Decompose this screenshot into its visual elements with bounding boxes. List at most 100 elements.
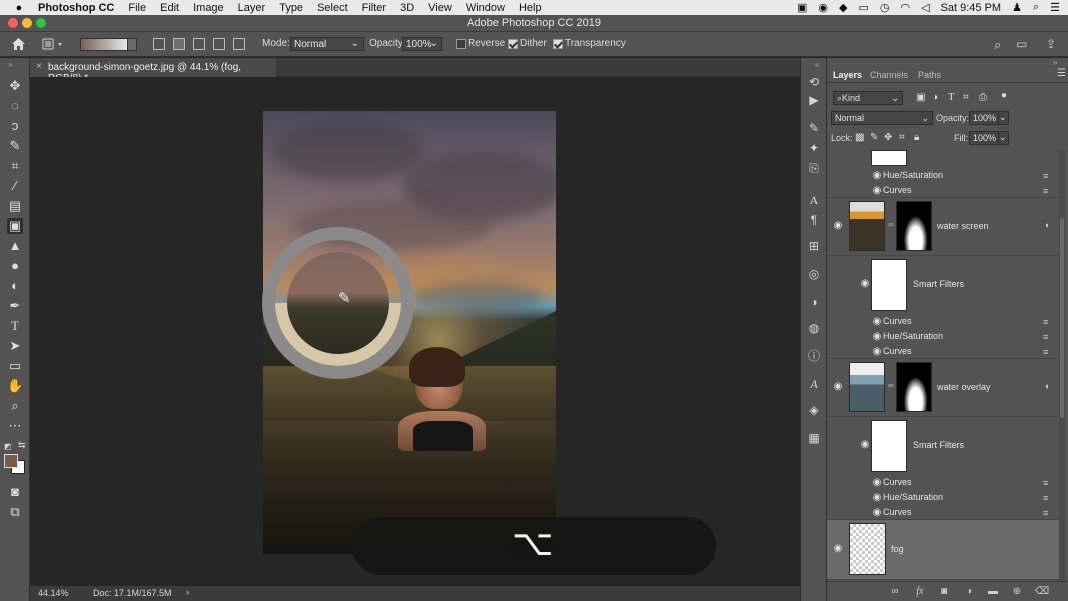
home-icon[interactable] <box>11 37 26 51</box>
tool-preset-picker[interactable] <box>42 38 66 51</box>
quick-selection-tool-icon[interactable]: ✎ <box>7 138 23 154</box>
document-tab[interactable]: × background-simon-goetz.jpg @ 44.1% (fo… <box>30 58 276 84</box>
smart-filter-mask-thumbnail[interactable] <box>871 420 907 472</box>
lock-transparent-pixels-icon[interactable]: ▩ <box>855 132 864 143</box>
eyedropper-tool-icon[interactable]: ⁄ <box>7 178 23 194</box>
layer-name[interactable]: water screen <box>937 221 989 231</box>
reflected-gradient-button[interactable] <box>213 38 225 50</box>
gradient-picker-dropdown[interactable] <box>127 38 137 51</box>
filter-smart-object-icon[interactable]: ⎙ <box>979 92 987 103</box>
share-icon[interactable]: ⇪ <box>1046 37 1056 51</box>
layers-scrollbar[interactable] <box>1059 150 1065 582</box>
character-panel-icon[interactable]: A <box>806 192 822 208</box>
time-machine-icon[interactable]: ◷ <box>880 1 890 14</box>
menu-select[interactable]: Select <box>317 2 348 14</box>
notification-center-icon[interactable]: ☰ <box>1050 1 1060 14</box>
learn-icon[interactable]: ◎ <box>806 266 822 282</box>
collapse-toolbar-icon[interactable]: » <box>8 60 12 69</box>
layer-name[interactable]: water overlay <box>937 382 991 392</box>
list-item[interactable]: ◉ Curves ≡ <box>827 505 1059 520</box>
tab-channels[interactable]: Channels <box>870 70 908 80</box>
marquee-tool-icon[interactable]: ◌ <box>7 98 23 114</box>
eye-icon[interactable]: ◉ <box>871 492 883 504</box>
creative-cloud-icon[interactable]: ◉ <box>818 1 828 14</box>
airplay-icon[interactable]: ▭ <box>858 1 868 14</box>
new-group-folder-icon[interactable]: ▬ <box>987 586 999 598</box>
scrollbar-thumb[interactable] <box>1060 218 1064 418</box>
opacity-dropdown[interactable]: ⌄ <box>998 111 1009 125</box>
info-panel-icon[interactable]: ⓘ <box>806 348 822 364</box>
layer-mask-thumbnail[interactable] <box>896 201 932 251</box>
list-item[interactable]: ◉ Hue/Saturation ≡ <box>827 168 1059 183</box>
gradient-tool-icon[interactable]: ▣ <box>7 218 23 234</box>
reverse-checkbox[interactable] <box>456 39 466 49</box>
blur-tool-icon[interactable]: ● <box>7 258 23 274</box>
tab-paths[interactable]: Paths <box>918 70 941 80</box>
3d-panel-icon[interactable]: ◈ <box>806 402 822 418</box>
status-menu-arrow[interactable]: › <box>186 587 189 597</box>
history-panel-icon[interactable]: ⟲ <box>806 74 822 90</box>
list-item[interactable]: ◉ Hue/Saturation ≡ <box>827 490 1059 505</box>
hand-tool-icon[interactable]: ✋ <box>7 378 23 394</box>
user-icon[interactable]: ♟ <box>1012 1 1022 14</box>
dodge-tool-icon[interactable]: ◐ <box>7 278 23 294</box>
screen-mode-icon[interactable]: ⧉ <box>7 504 23 520</box>
brushes-icon[interactable]: ✦ <box>806 140 822 156</box>
eye-icon[interactable]: ◉ <box>871 346 883 358</box>
layer-row-water-screen[interactable]: ◉ ∞ water screen ◐ <box>827 198 1059 256</box>
menu-type[interactable]: Type <box>279 2 303 14</box>
mode-select[interactable]: Normal ⌄ <box>290 37 364 51</box>
filter-options-icon[interactable]: ≡ <box>1043 332 1053 342</box>
list-item[interactable]: ◉ Curves ≡ <box>827 314 1059 329</box>
eye-icon[interactable]: ◉ <box>832 543 844 555</box>
eye-icon[interactable]: ◉ <box>871 185 883 197</box>
eye-icon[interactable]: ◉ <box>871 507 883 519</box>
filter-options-icon[interactable]: ≡ <box>1043 317 1053 327</box>
eye-icon[interactable]: ◉ <box>871 316 883 328</box>
eye-icon[interactable]: ◉ <box>871 477 883 489</box>
filter-kind-select[interactable]: ⌕Kind ⌄ <box>833 91 903 105</box>
menu-app-name[interactable]: Photoshop CC <box>38 2 114 14</box>
dither-checkbox[interactable] <box>508 39 518 49</box>
transparency-checkbox[interactable] <box>553 39 563 49</box>
eye-icon[interactable]: ◉ <box>859 278 871 290</box>
swap-colors-icon[interactable]: ⇆ <box>18 440 26 451</box>
smart-filters-row[interactable]: ◉ Smart Filters <box>827 417 1059 475</box>
layer-mask-thumbnail[interactable] <box>896 362 932 412</box>
menu-file[interactable]: File <box>128 2 146 14</box>
wifi-icon[interactable]: ◠ <box>900 1 910 14</box>
list-item[interactable]: ◉ Curves ≡ <box>827 475 1059 490</box>
close-tab-icon[interactable]: × <box>36 61 42 72</box>
smart-filter-mask-thumbnail[interactable] <box>871 259 907 311</box>
actions-panel-icon[interactable]: ▶ <box>806 92 822 108</box>
paragraph-panel-icon[interactable]: ¶ <box>806 212 822 228</box>
canvas-area[interactable]: ✎ ⌥ <box>30 77 800 586</box>
list-item[interactable] <box>827 150 1059 168</box>
eye-icon[interactable]: ◉ <box>859 439 871 451</box>
new-layer-icon[interactable]: ⊕ <box>1011 586 1023 598</box>
add-mask-icon[interactable]: ◙ <box>938 586 950 598</box>
lasso-tool-icon[interactable]: ↄ <box>7 118 23 134</box>
gradient-editor-swatch[interactable] <box>80 38 128 51</box>
filter-shape-icon[interactable]: ⌗ <box>963 92 969 103</box>
brush-settings-icon[interactable]: ✎ <box>806 120 822 136</box>
clone-source-icon[interactable]: ⎘ <box>806 160 822 176</box>
spotlight-search-icon[interactable]: ⌕ <box>1033 1 1039 14</box>
quick-mask-icon[interactable]: ◙ <box>7 484 23 500</box>
pen-tool-icon[interactable]: ✒ <box>7 298 23 314</box>
link-layers-icon[interactable]: ∞ <box>889 586 901 598</box>
menu-help[interactable]: Help <box>519 2 542 14</box>
radial-gradient-button[interactable] <box>173 38 185 50</box>
layer-row-fog[interactable]: ◉ fog <box>827 520 1059 580</box>
more-tools-icon[interactable]: ⋯ <box>7 418 23 434</box>
tab-layers[interactable]: Layers <box>833 70 862 80</box>
workspace-switcher-icon[interactable]: ▭ <box>1016 37 1027 51</box>
fill-dropdown[interactable]: ⌄ <box>998 131 1009 145</box>
blend-mode-select[interactable]: Normal ⌄ <box>831 111 933 125</box>
lock-artboard-icon[interactable]: ⌗ <box>899 132 905 143</box>
screen-record-icon[interactable]: ▣ <box>797 1 807 14</box>
list-item[interactable]: ◉ Hue/Saturation ≡ <box>827 329 1059 344</box>
menu-filter[interactable]: Filter <box>362 2 386 14</box>
lock-all-icon[interactable]: 🔒︎ <box>914 132 919 143</box>
linear-gradient-button[interactable] <box>153 38 165 50</box>
